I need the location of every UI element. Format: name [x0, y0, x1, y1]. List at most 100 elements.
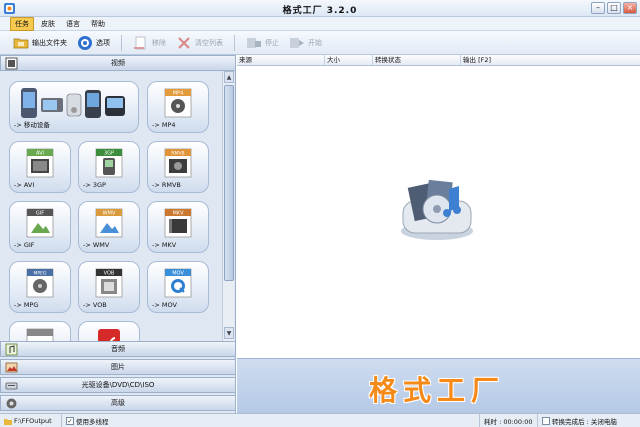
rom-category-header[interactable]: 光驱设备\DVD\CD\ISO — [0, 377, 236, 393]
toolbar-separator — [234, 34, 235, 51]
output-path: F:\FFOutput — [14, 416, 52, 425]
stop-label: 停止 — [265, 38, 279, 47]
wmv-film-icon: WMV — [95, 208, 123, 238]
advanced-category-label: 高级 — [111, 399, 125, 407]
after-done-checkbox[interactable] — [542, 416, 550, 425]
format-label: -> MOV — [152, 301, 177, 309]
brand-banner-text: 格式工厂 — [369, 374, 506, 407]
scroll-up-icon[interactable]: ▲ — [224, 71, 234, 83]
start-button[interactable]: 开始 — [286, 33, 325, 53]
format-label: -> MP4 — [152, 121, 176, 129]
output-path-cell[interactable]: F:\FFOutput — [0, 413, 62, 427]
format-mov[interactable]: MOV -> MOV — [147, 261, 209, 313]
vob-badge: VOB — [104, 271, 115, 277]
mov-badge: MOV — [172, 271, 184, 277]
format-label: -> MKV — [152, 241, 177, 249]
menu-task[interactable]: 任务 — [10, 16, 34, 31]
toolbar-separator — [121, 34, 122, 51]
column-source[interactable]: 来源 — [237, 55, 325, 65]
image-picture-icon — [5, 362, 18, 373]
avi-film-icon: AVI — [26, 148, 54, 178]
column-status[interactable]: 转换状态 — [373, 55, 461, 65]
format-mkv[interactable]: MKV -> MKV — [147, 201, 209, 253]
multithread-checkbox[interactable]: ✓ — [66, 416, 74, 425]
mkv-badge: MKV — [172, 211, 184, 217]
output-folder-button[interactable]: 输出文件夹 — [10, 33, 70, 53]
output-folder-label: 输出文件夹 — [32, 38, 67, 47]
3gp-phone-icon: 3GP — [95, 148, 123, 178]
multithread-label: 使用多线程 — [76, 417, 109, 426]
multithread-cell: ✓ 使用多线程 — [62, 413, 480, 427]
format-mp4[interactable]: MP4 -> MP4 — [147, 81, 209, 133]
task-list-header: 来源 大小 转换状态 输出 [F2] — [237, 55, 640, 66]
mov-quicktime-icon: MOV — [164, 268, 192, 298]
brand-banner: 格式工厂 — [237, 358, 640, 413]
window-title: 格式工厂 3.2.0 — [282, 6, 358, 16]
format-label: -> WMV — [83, 241, 110, 249]
format-label: -> VOB — [83, 301, 107, 309]
audio-category-header[interactable]: 音频 — [0, 341, 236, 357]
column-output[interactable]: 输出 [F2] — [461, 55, 640, 65]
folder-icon — [13, 38, 29, 48]
format-gif[interactable]: GIF -> GIF — [9, 201, 71, 253]
minimize-button[interactable]: – — [591, 2, 605, 14]
scroll-down-icon[interactable]: ▼ — [224, 327, 234, 339]
format-scrollbar[interactable]: ▲ ▼ — [222, 71, 234, 341]
flash-icon — [98, 329, 120, 341]
format-item-partial[interactable] — [78, 321, 140, 341]
options-button[interactable]: 选项 — [74, 33, 113, 53]
advanced-category-header[interactable]: 高级 — [0, 395, 236, 411]
image-category-header[interactable]: 图片 — [0, 359, 236, 375]
start-icon — [290, 37, 304, 48]
format-wmv[interactable]: WMV -> WMV — [78, 201, 140, 253]
scroll-thumb[interactable] — [224, 85, 234, 281]
rom-category-label: 光驱设备\DVD\CD\ISO — [81, 381, 155, 389]
format-label: -> GIF — [14, 241, 35, 249]
video-category-header[interactable]: 视频 — [0, 55, 236, 71]
remove-icon — [134, 36, 146, 49]
task-list-panel[interactable]: 来源 大小 转换状态 输出 [F2] — [237, 55, 640, 358]
stop-button[interactable]: 停止 — [243, 33, 282, 53]
menu-bar: 任务 皮肤 语言 帮助 — [0, 16, 640, 31]
format-item-partial[interactable] — [9, 321, 71, 341]
vob-disc-icon: VOB — [95, 268, 123, 298]
video-film-icon — [5, 57, 18, 70]
mp4-film-icon: MP4 — [164, 88, 192, 118]
format-avi[interactable]: AVI -> AVI — [9, 141, 71, 193]
format-rmvb[interactable]: RMVB -> RMVB — [147, 141, 209, 193]
column-size[interactable]: 大小 — [325, 55, 373, 65]
elapsed-time: 耗时 : 00:00:00 — [480, 413, 538, 427]
status-bar: F:\FFOutput ✓ 使用多线程 耗时 : 00:00:00 转换完成后 … — [0, 413, 640, 427]
mp4-badge: MP4 — [173, 91, 184, 97]
format-3gp[interactable]: 3GP -> 3GP — [78, 141, 140, 193]
remove-label: 移除 — [152, 38, 166, 47]
mpg-film-icon: MPEG — [26, 268, 54, 298]
options-label: 选项 — [96, 38, 110, 47]
menu-skin[interactable]: 皮肤 — [37, 18, 59, 30]
wmv-badge: WMV — [103, 211, 116, 217]
mobile-devices-icon — [21, 88, 125, 118]
format-mpg[interactable]: MPEG -> MPG — [9, 261, 71, 313]
format-mobile-device[interactable]: -> 移动设备 — [9, 81, 139, 133]
after-done-cell: 转换完成后 : 关闭电脑 — [538, 414, 640, 427]
maximize-button[interactable]: □ — [607, 2, 621, 14]
format-vob[interactable]: VOB -> VOB — [78, 261, 140, 313]
format-label: -> 3GP — [83, 181, 106, 189]
format-factory-logo-icon — [401, 179, 473, 240]
menu-help[interactable]: 帮助 — [87, 18, 109, 30]
close-button[interactable]: × — [623, 2, 637, 14]
format-label: -> 移动设备 — [14, 121, 50, 129]
clear-list-button[interactable]: 清空列表 — [173, 33, 226, 53]
start-label: 开始 — [308, 38, 322, 47]
format-label: -> MPG — [14, 301, 39, 309]
remove-button[interactable]: 移除 — [130, 33, 169, 53]
title-bar[interactable]: 格式工厂 3.2.0 – □ × — [0, 0, 640, 17]
format-grid: -> 移动设备 MP4 -> MP4 AVI -> AVI 3GP -> 3GP… — [4, 71, 222, 341]
audio-note-icon — [5, 343, 18, 356]
after-done-label: 转换完成后 : 关闭电脑 — [552, 417, 617, 426]
category-panel: 视频 -> 移动设备 MP4 -> MP4 AVI -> AVI 3GP -> … — [0, 55, 236, 413]
stop-icon — [247, 37, 261, 48]
options-gear-icon — [78, 35, 92, 50]
format-label: -> RMVB — [152, 181, 181, 189]
menu-language[interactable]: 语言 — [62, 18, 84, 30]
